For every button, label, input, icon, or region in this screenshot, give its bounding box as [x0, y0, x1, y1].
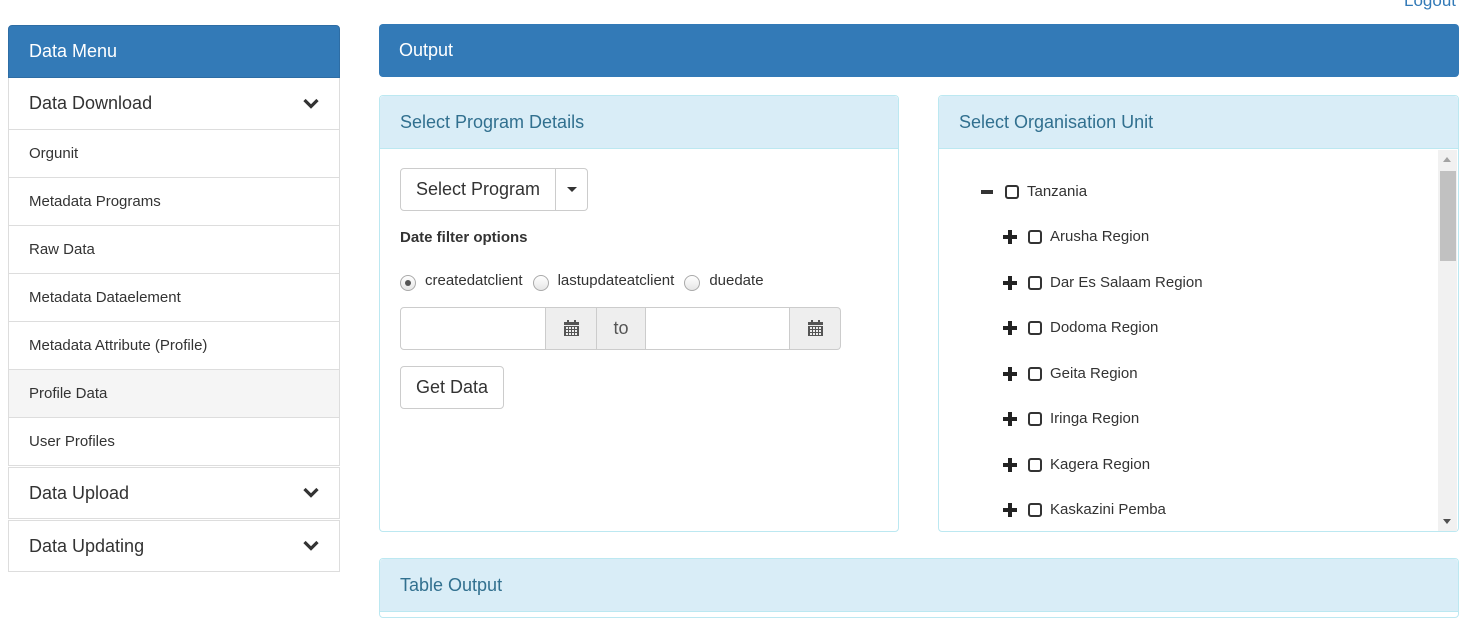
sidebar-item-metadata-attribute[interactable]: Metadata Attribute (Profile): [8, 322, 340, 370]
tree-node: Arusha Region: [1002, 228, 1149, 245]
tree-node-label[interactable]: Geita Region: [1050, 365, 1138, 382]
sidebar-group-data-upload[interactable]: Data Upload: [8, 467, 340, 519]
tree-node-root: Tanzania: [979, 183, 1087, 200]
radio-button[interactable]: [532, 274, 549, 291]
table-output-title: Table Output: [380, 559, 1458, 612]
tree-node: Kaskazini Pemba: [1002, 501, 1166, 518]
select-program-button[interactable]: Select Program: [400, 168, 556, 211]
checkbox[interactable]: [1028, 457, 1042, 472]
sidebar-item-orgunit[interactable]: Orgunit: [8, 130, 340, 178]
scroll-down-arrow-icon[interactable]: [1443, 519, 1451, 524]
expand-icon[interactable]: [1002, 457, 1018, 473]
collapse-icon[interactable]: [979, 184, 995, 200]
radio-label: lastupdateatclient: [557, 272, 675, 289]
sidebar-group-label: Data Updating: [29, 535, 145, 556]
date-filter-radios: createdatclient lastupdateatclient dueda…: [400, 272, 774, 291]
radio-label: createdatclient: [425, 272, 523, 289]
date-from-input[interactable]: [400, 307, 546, 350]
tree-node-label[interactable]: Dodoma Region: [1050, 319, 1158, 336]
tree-node-label[interactable]: Iringa Region: [1050, 410, 1139, 427]
sidebar-item-profile-data[interactable]: Profile Data: [8, 370, 340, 418]
tree-node-label[interactable]: Kagera Region: [1050, 456, 1150, 473]
date-filter-title: Date filter options: [400, 229, 528, 246]
caret-down-icon: [566, 187, 577, 192]
radio-duedate[interactable]: duedate: [684, 272, 764, 291]
tree-node: Dodoma Region: [1002, 319, 1158, 336]
tree-node: Dar Es Salaam Region: [1002, 274, 1203, 291]
expand-icon[interactable]: [1002, 275, 1018, 291]
sidebar-group-label: Data Upload: [29, 482, 130, 503]
tree-node: Iringa Region: [1002, 410, 1139, 427]
tree-node: Kagera Region: [1002, 456, 1150, 473]
chevron-down-icon: [303, 485, 319, 501]
org-unit-tree: Tanzania Arusha Region Dar Es Salaam Reg…: [939, 150, 1437, 532]
tree-scrollbar[interactable]: [1438, 150, 1457, 531]
checkbox[interactable]: [1028, 411, 1042, 426]
radio-button[interactable]: [400, 274, 416, 291]
radio-lastupdateatclient[interactable]: lastupdateatclient: [532, 272, 675, 291]
date-to-input[interactable]: [646, 307, 790, 350]
sidebar-item-metadata-programs[interactable]: Metadata Programs: [8, 178, 340, 226]
chevron-down-icon: [303, 538, 319, 554]
get-data-button[interactable]: Get Data: [400, 366, 504, 409]
org-unit-panel: Select Organisation Unit Tanzania Arusha…: [938, 95, 1459, 532]
radio-createdatclient[interactable]: createdatclient: [400, 272, 523, 291]
sidebar-group-label: Data Download: [29, 93, 153, 113]
expand-icon[interactable]: [1002, 411, 1018, 427]
logout-link[interactable]: Logout: [1404, 0, 1456, 11]
radio-button[interactable]: [684, 274, 701, 291]
date-range-picker: to: [400, 307, 841, 350]
sidebar: Data Menu Data Download Orgunit Metadata…: [8, 25, 340, 572]
sidebar-item-raw-data[interactable]: Raw Data: [8, 226, 340, 274]
output-header: Output: [379, 24, 1459, 77]
chevron-down-icon: [303, 96, 319, 112]
program-panel-title: Select Program Details: [380, 96, 898, 149]
sidebar-title: Data Menu: [8, 25, 340, 78]
sidebar-item-metadata-dataelement[interactable]: Metadata Dataelement: [8, 274, 340, 322]
scroll-up-arrow-icon[interactable]: [1443, 157, 1451, 162]
tree-node: Geita Region: [1002, 365, 1138, 382]
output-title: Output: [399, 40, 454, 60]
sidebar-item-user-profiles[interactable]: User Profiles: [8, 418, 340, 466]
calendar-icon[interactable]: [546, 307, 597, 350]
expand-icon[interactable]: [1002, 366, 1018, 382]
sidebar-group-data-updating[interactable]: Data Updating: [8, 520, 340, 572]
checkbox[interactable]: [1028, 502, 1042, 517]
table-output-panel: Table Output: [379, 558, 1459, 618]
tree-node-label[interactable]: Arusha Region: [1050, 228, 1149, 245]
calendar-icon[interactable]: [790, 307, 841, 350]
checkbox[interactable]: [1028, 229, 1042, 244]
checkbox[interactable]: [1028, 320, 1042, 335]
checkbox[interactable]: [1005, 184, 1019, 199]
expand-icon[interactable]: [1002, 502, 1018, 518]
expand-icon[interactable]: [1002, 229, 1018, 245]
program-panel: Select Program Details Select Program Da…: [379, 95, 899, 532]
tree-node-label[interactable]: Kaskazini Pemba: [1050, 501, 1166, 518]
radio-label: duedate: [709, 272, 764, 289]
select-program-dropdown[interactable]: Select Program: [400, 168, 588, 211]
tree-node-label[interactable]: Dar Es Salaam Region: [1050, 274, 1203, 291]
checkbox[interactable]: [1028, 366, 1042, 381]
expand-icon[interactable]: [1002, 320, 1018, 336]
select-program-caret[interactable]: [556, 168, 588, 211]
date-range-to-label: to: [597, 307, 646, 350]
org-unit-panel-title: Select Organisation Unit: [939, 96, 1458, 149]
tree-node-label[interactable]: Tanzania: [1027, 183, 1087, 200]
checkbox[interactable]: [1028, 275, 1042, 290]
sidebar-group-data-download[interactable]: Data Download: [8, 78, 340, 130]
scrollbar-thumb[interactable]: [1440, 171, 1456, 261]
